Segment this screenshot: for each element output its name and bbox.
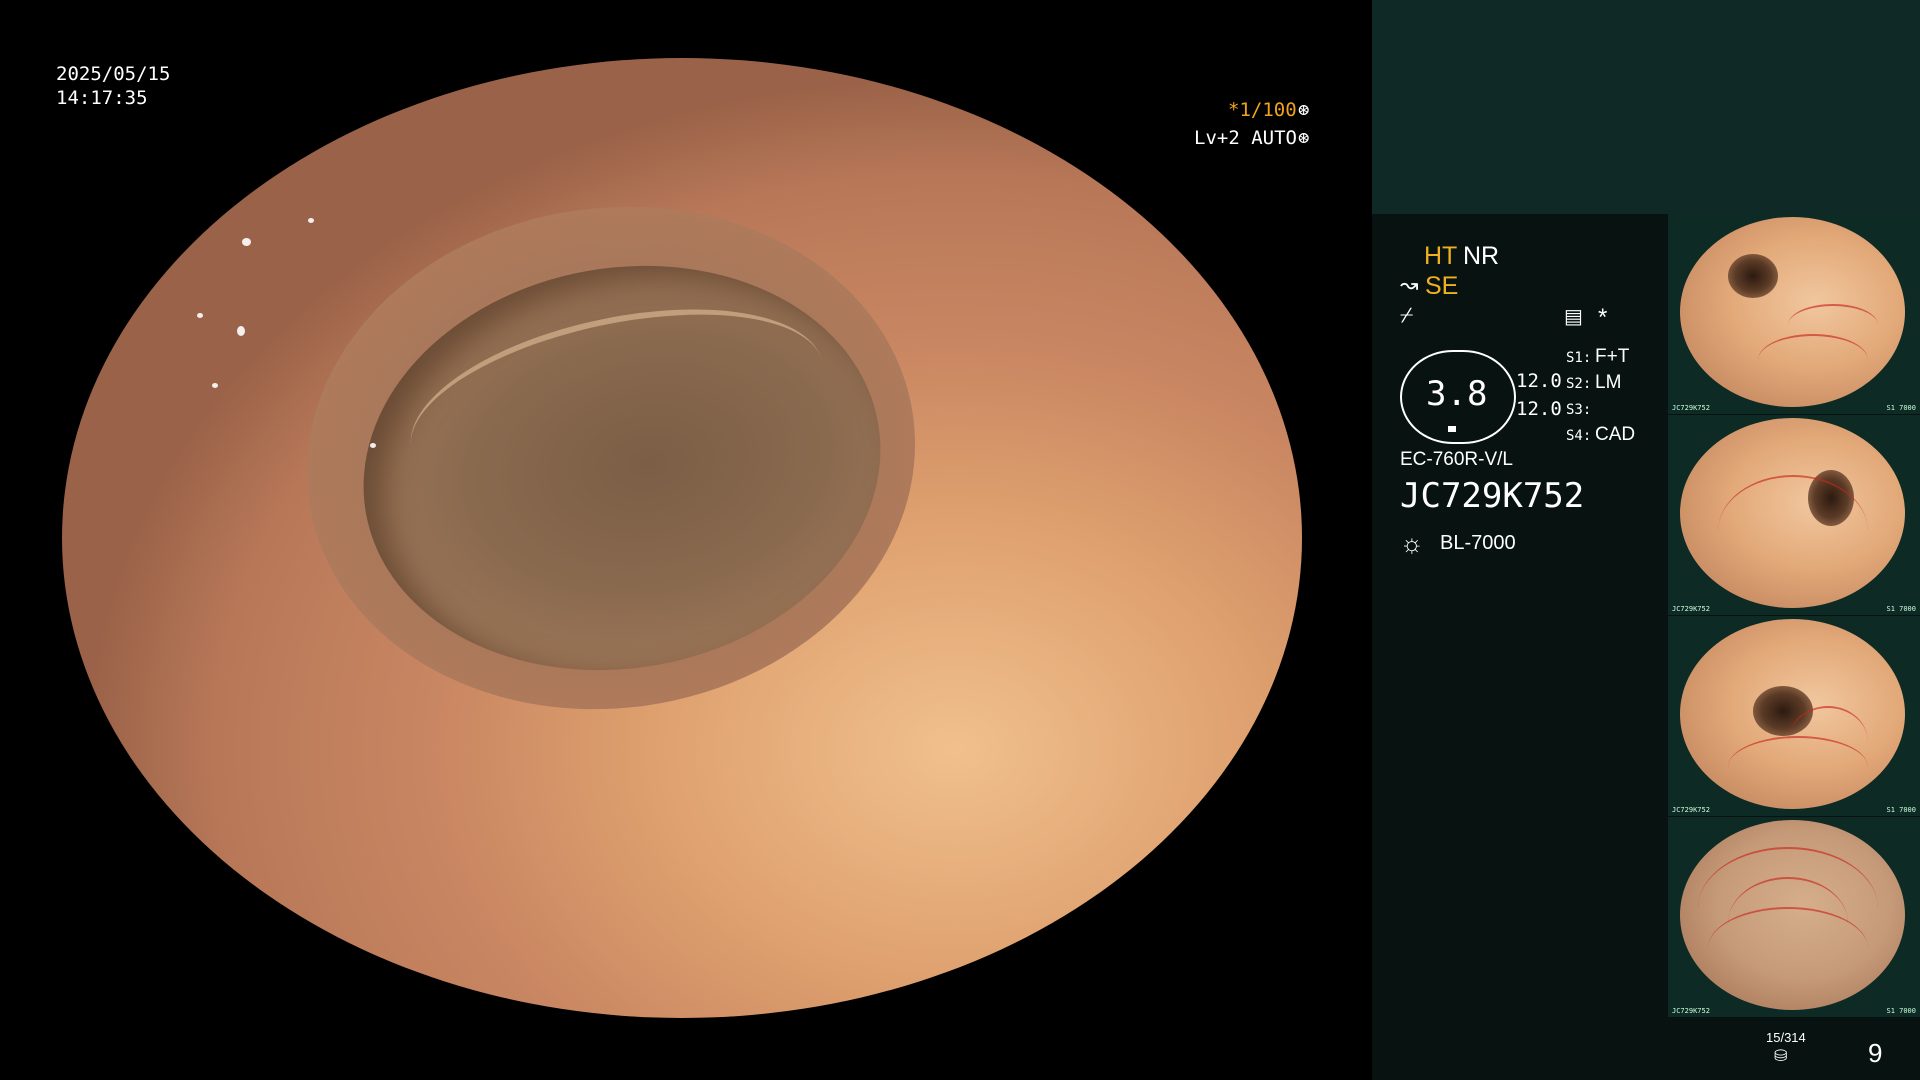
auto-iris-icon: ⊛	[1298, 127, 1310, 149]
endoscope-live-view: 2025/05/15 14:17:35 *1/100 ⊛ Lv+2 AUTO ⊛	[0, 0, 1372, 1080]
scope-serial: JC729K752	[1400, 476, 1585, 516]
s4-label: S4:	[1566, 428, 1592, 444]
light-source-label: BL-7000	[1440, 532, 1516, 554]
captured-thumbnail-2[interactable]: JC729K752 S1 7000	[1668, 415, 1920, 615]
storage-count: 15/314	[1766, 1030, 1806, 1045]
s1-label: S1:	[1566, 350, 1592, 366]
se-indicator: SE	[1425, 272, 1459, 300]
specular-highlight	[370, 443, 376, 448]
value-1: 12.0	[1516, 370, 1562, 392]
s1-value: F+T	[1595, 346, 1630, 367]
light-source-icon: ☼	[1400, 528, 1424, 558]
date-readout: 2025/05/15	[56, 63, 171, 85]
time-readout: 14:17:35	[56, 87, 148, 109]
s2-label: S2:	[1566, 376, 1592, 392]
color-mode-icon: ⌿	[1400, 302, 1414, 327]
s3-label: S3:	[1566, 402, 1592, 418]
storage-icon: ⛁	[1774, 1048, 1788, 1065]
s2-value: LM	[1595, 372, 1622, 393]
specular-highlight	[237, 326, 245, 336]
record-icon: ▤	[1564, 306, 1583, 328]
level-readout: Lv+2 AUTO	[1194, 127, 1297, 149]
zoom-value: 3.8	[1426, 374, 1488, 414]
ht-indicator: HT	[1424, 242, 1458, 270]
specular-highlight	[252, 126, 258, 131]
asterisk-icon: *	[1598, 304, 1608, 331]
endoscopic-image	[62, 58, 1302, 1018]
captured-thumbnail-3[interactable]: JC729K752 S1 7000	[1668, 616, 1920, 816]
specular-highlight	[212, 383, 218, 388]
specular-highlight	[308, 218, 314, 223]
specular-highlight	[197, 313, 203, 318]
status-header-block	[1372, 0, 1920, 214]
shutter-readout: *1/100	[1228, 99, 1297, 121]
captured-thumbnail-4[interactable]: JC729K752 S1 7000	[1668, 817, 1920, 1017]
page-number: 9	[1868, 1038, 1883, 1068]
aperture-icon: ⊛	[1298, 99, 1310, 121]
captured-thumbnail-1[interactable]: JC729K752 S1 7000	[1668, 214, 1920, 414]
nr-indicator: NR	[1463, 242, 1500, 270]
scope-model: EC-760R-V/L	[1400, 449, 1513, 470]
structure-enhance-icon: ↝	[1400, 272, 1419, 297]
value-2: 12.0	[1516, 398, 1562, 420]
specular-highlight	[242, 238, 251, 246]
specular-highlight	[1072, 88, 1078, 93]
s4-value: CAD	[1595, 424, 1636, 445]
gauge-marker	[1448, 426, 1456, 432]
